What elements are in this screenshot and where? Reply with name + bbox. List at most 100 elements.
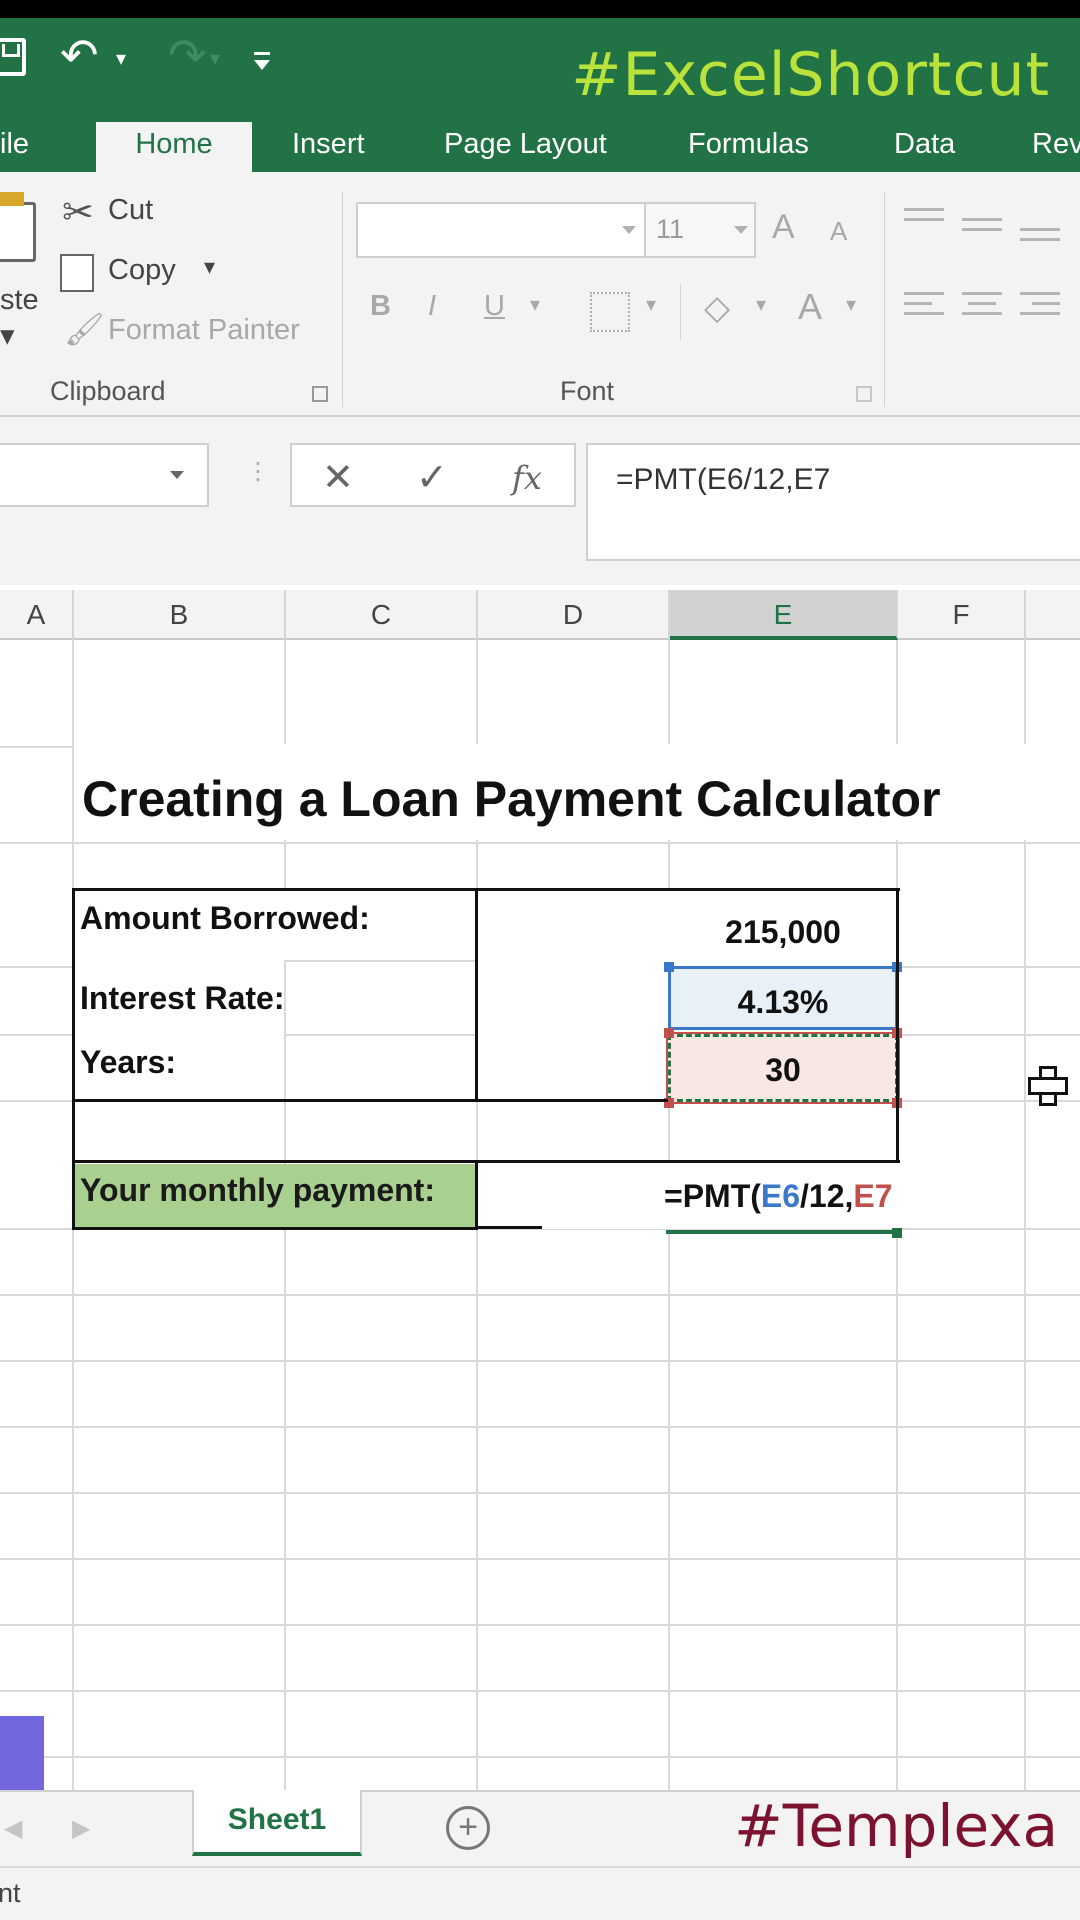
bold-button[interactable]: B xyxy=(370,290,391,323)
insert-function-icon[interactable]: fx xyxy=(512,459,542,497)
add-sheet-icon[interactable]: + xyxy=(446,1806,490,1850)
fill-color-dropdown-icon[interactable]: ▾ xyxy=(756,292,766,317)
top-align-icon[interactable] xyxy=(904,208,944,228)
borders-icon[interactable] xyxy=(590,292,630,332)
amount-borrowed-label[interactable]: Amount Borrowed: xyxy=(80,900,370,937)
column-header-f[interactable]: F xyxy=(898,590,1026,640)
shrink-font-icon[interactable]: A xyxy=(830,216,847,247)
amount-borrowed-value[interactable]: 215,000 xyxy=(668,914,898,951)
format-painter-label[interactable]: Format Painter xyxy=(108,314,300,347)
cancel-icon[interactable]: ✕ xyxy=(322,455,354,500)
formula-bar-splitter[interactable]: ⋮ xyxy=(246,457,270,486)
redo-dropdown-icon[interactable]: ▾ xyxy=(210,46,220,71)
format-painter-icon[interactable]: 🖌 xyxy=(64,310,105,348)
undo-dropdown-icon[interactable]: ▾ xyxy=(116,46,126,71)
tab-home[interactable]: Home xyxy=(96,122,252,172)
grid-line xyxy=(0,1756,1080,1758)
tab-review[interactable]: Rev xyxy=(1008,122,1080,172)
fill-handle[interactable] xyxy=(892,1228,902,1238)
ribbon: ste ▾ ✂ Cut Copy ▾ 🖌 Format Painter Clip… xyxy=(0,172,1080,417)
clipboard-group-label: Clipboard xyxy=(50,376,166,406)
borders-dropdown-icon[interactable]: ▾ xyxy=(646,292,656,317)
tab-insert[interactable]: Insert xyxy=(268,122,389,172)
tab-file[interactable]: ile xyxy=(0,122,53,172)
next-sheet-icon[interactable]: ▶ xyxy=(72,1814,90,1843)
undo-icon[interactable]: ↶ xyxy=(60,32,99,78)
purple-overlay xyxy=(0,1716,44,1800)
underline-dropdown-icon[interactable]: ▾ xyxy=(530,292,540,317)
payment-formula-cell[interactable]: =PMT(E6/12,E7 xyxy=(664,1178,893,1215)
ribbon-tabs: ile Home Insert Page Layout Formulas Dat… xyxy=(0,110,1080,172)
font-size-value: 11 xyxy=(656,214,685,244)
range-handle[interactable] xyxy=(664,962,674,972)
column-header-e[interactable]: E xyxy=(670,590,898,640)
grid-line xyxy=(0,1294,1080,1296)
years-value[interactable]: 30 xyxy=(668,1052,898,1089)
interest-rate-value[interactable]: 4.13% xyxy=(668,984,898,1021)
table-top-border xyxy=(476,888,900,891)
align-left-icon[interactable] xyxy=(904,292,944,322)
range-handle[interactable] xyxy=(664,1028,674,1038)
name-box-dropdown-icon[interactable] xyxy=(170,471,184,479)
grid-line xyxy=(0,1426,1080,1428)
monthly-payment-label[interactable]: Your monthly payment: xyxy=(80,1172,435,1209)
tab-formulas[interactable]: Formulas xyxy=(664,122,833,172)
name-box[interactable] xyxy=(0,443,209,507)
italic-button[interactable]: I xyxy=(428,290,436,323)
redo-icon[interactable]: ↷ xyxy=(168,32,207,78)
tab-page-layout[interactable]: Page Layout xyxy=(420,122,631,172)
group-separator xyxy=(342,192,343,407)
sheet-tab-bar: ◀ ▶ Sheet1 + #Templexa xyxy=(0,1790,1080,1866)
copy-dropdown-icon[interactable]: ▾ xyxy=(204,254,215,280)
formula-bar: ⋮ ✕ ✓ fx =PMT(E6/12,E7 xyxy=(0,417,1080,585)
status-bar: nt xyxy=(0,1866,1080,1920)
grid-line xyxy=(0,842,1080,844)
paste-dropdown-icon[interactable]: ▾ xyxy=(0,318,15,353)
column-headers: A B C D E F xyxy=(0,590,1080,640)
prev-sheet-icon[interactable]: ◀ xyxy=(4,1814,22,1843)
formula-prefix: =PMT( xyxy=(664,1178,761,1214)
templexa-hashtag: #Templexa xyxy=(734,1792,1058,1860)
middle-align-icon[interactable] xyxy=(962,218,1002,238)
column-header-c[interactable]: C xyxy=(286,590,478,640)
sheet-title[interactable]: Creating a Loan Payment Calculator xyxy=(82,770,941,828)
font-name-input[interactable] xyxy=(356,202,646,258)
grid-line xyxy=(0,1624,1080,1626)
clipboard-clip-icon xyxy=(0,192,24,206)
column-header-b[interactable]: B xyxy=(74,590,286,640)
status-text: nt xyxy=(0,1878,21,1908)
fill-color-icon[interactable]: ◇ xyxy=(704,288,730,328)
font-color-icon[interactable]: A xyxy=(798,286,822,328)
top-strip xyxy=(0,0,1080,18)
align-right-icon[interactable] xyxy=(1020,292,1060,322)
align-center-icon[interactable] xyxy=(962,292,1002,322)
bottom-align-icon[interactable] xyxy=(1020,228,1060,248)
save-icon[interactable] xyxy=(0,38,26,76)
interest-rate-label[interactable]: Interest Rate: xyxy=(80,980,285,1017)
copy-icon[interactable] xyxy=(60,254,94,292)
font-size-input[interactable]: 11 xyxy=(644,202,756,258)
scissors-icon[interactable]: ✂ xyxy=(62,190,94,235)
table-mid-border xyxy=(476,1099,668,1102)
customize-qat-icon[interactable] xyxy=(252,52,272,76)
grid-line xyxy=(0,1360,1080,1362)
grid-line xyxy=(0,1690,1080,1692)
copy-label[interactable]: Copy xyxy=(108,254,176,287)
paste-label[interactable]: ste xyxy=(0,284,39,317)
years-label[interactable]: Years: xyxy=(80,1044,176,1081)
grow-font-icon[interactable]: A xyxy=(772,208,795,247)
font-name-dropdown-icon[interactable] xyxy=(622,226,636,234)
font-launcher-icon[interactable] xyxy=(856,386,872,402)
tab-data[interactable]: Data xyxy=(870,122,979,172)
cut-label[interactable]: Cut xyxy=(108,194,153,227)
underline-button[interactable]: U xyxy=(484,290,505,323)
font-size-dropdown-icon[interactable] xyxy=(734,226,748,234)
column-header-d[interactable]: D xyxy=(478,590,670,640)
paste-icon[interactable] xyxy=(0,202,36,262)
sheet-tab-sheet1[interactable]: Sheet1 xyxy=(192,1790,362,1856)
column-header-a[interactable]: A xyxy=(0,590,74,640)
clipboard-launcher-icon[interactable] xyxy=(312,386,328,402)
formula-input[interactable]: =PMT(E6/12,E7 xyxy=(586,443,1080,561)
enter-icon[interactable]: ✓ xyxy=(416,455,448,500)
font-color-dropdown-icon[interactable]: ▾ xyxy=(846,292,856,317)
